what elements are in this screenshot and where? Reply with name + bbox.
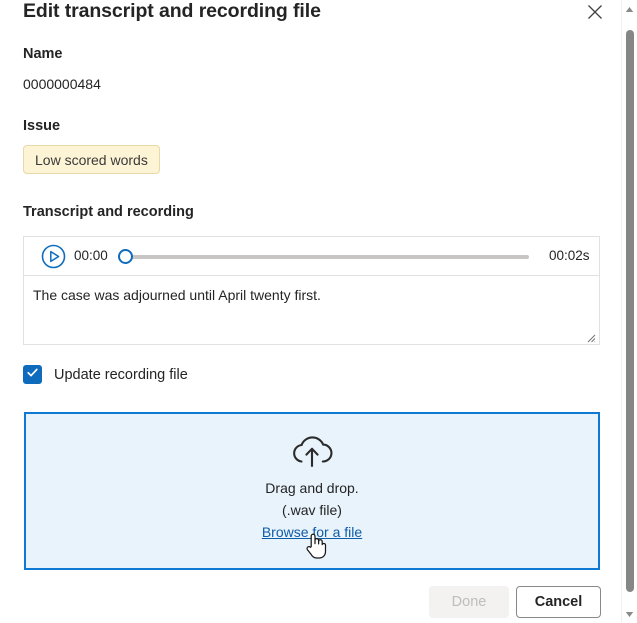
cloud-upload-icon	[288, 432, 336, 470]
name-value: 0000000484	[23, 76, 101, 92]
browse-for-a-file-link[interactable]: Browse for a file	[262, 524, 362, 540]
transcript-textarea[interactable]	[23, 275, 600, 345]
dialog-header: Edit transcript and recording file	[0, 0, 621, 34]
close-button[interactable]	[580, 0, 610, 26]
cancel-button[interactable]: Cancel	[516, 586, 601, 618]
play-icon	[41, 244, 66, 269]
playback-slider-thumb[interactable]	[118, 249, 133, 264]
scroll-up-arrow-icon	[625, 0, 634, 18]
scroll-up-button[interactable]	[622, 0, 637, 17]
update-recording-file-checkbox[interactable]	[23, 365, 42, 384]
checkmark-icon	[26, 366, 39, 384]
playback-slider[interactable]	[116, 248, 536, 266]
update-recording-file-label: Update recording file	[54, 366, 188, 383]
total-time-label: 00:02s	[549, 248, 590, 263]
update-recording-file-row[interactable]: Update recording file	[23, 364, 188, 385]
dialog-title: Edit transcript and recording file	[23, 0, 321, 22]
scrollbar-thumb[interactable]	[626, 30, 634, 592]
close-icon	[587, 4, 603, 20]
transcript-and-recording-label: Transcript and recording	[23, 204, 194, 220]
vertical-scrollbar[interactable]	[621, 0, 637, 622]
edit-transcript-dialog: Edit transcript and recording file Name …	[0, 0, 621, 622]
dialog-footer: Done Cancel	[0, 586, 621, 622]
play-button[interactable]	[41, 244, 66, 269]
issue-badge-text: Low scored words	[35, 151, 148, 168]
issue-label: Issue	[23, 118, 61, 134]
issue-badge: Low scored words	[23, 145, 160, 174]
scroll-down-button[interactable]	[622, 605, 637, 622]
name-label: Name	[23, 46, 63, 62]
dropzone-secondary-text: (.wav file)	[282, 502, 342, 518]
playback-slider-track	[126, 255, 529, 259]
file-dropzone[interactable]: Drag and drop. (.wav file) Browse for a …	[24, 412, 600, 570]
audio-player: 00:00 00:02s	[23, 236, 600, 275]
current-time-label: 00:00	[74, 248, 108, 263]
dropzone-primary-text: Drag and drop.	[265, 480, 359, 496]
done-button[interactable]: Done	[429, 586, 509, 618]
scroll-down-arrow-icon	[625, 605, 634, 623]
